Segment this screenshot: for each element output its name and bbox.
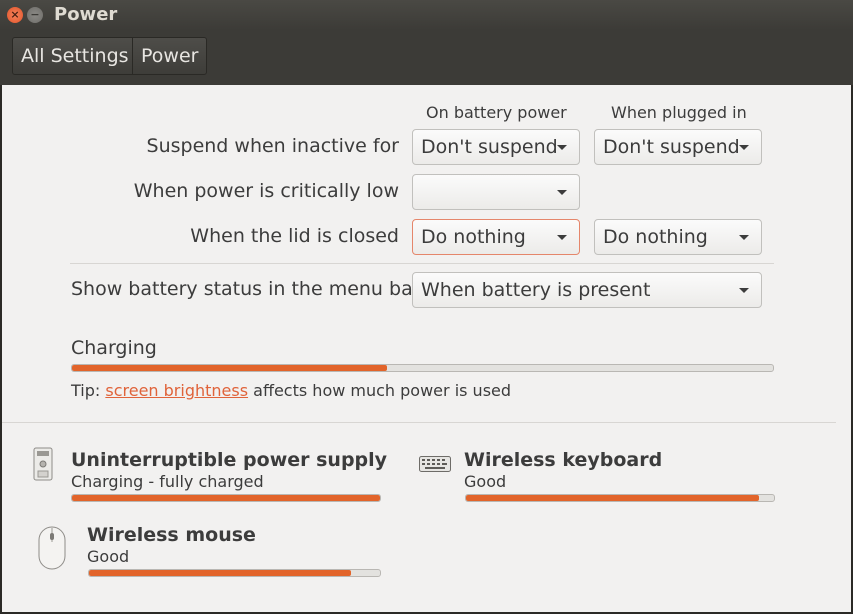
- mouse-icon: [37, 526, 67, 574]
- charging-progress-bar: [71, 364, 774, 372]
- keyboard-name: Wireless keyboard: [464, 449, 663, 471]
- keyboard-icon: [419, 456, 451, 476]
- lid-plugged-dropdown[interactable]: Do nothing: [594, 219, 762, 255]
- chevron-down-icon: [739, 145, 749, 150]
- chevron-down-icon: [739, 288, 749, 293]
- close-window-button[interactable]: ×: [7, 7, 23, 23]
- separator: [70, 263, 774, 264]
- column-header-plugged: When plugged in: [611, 103, 747, 122]
- separator: [2, 422, 836, 423]
- lid-label: When the lid is closed: [190, 225, 399, 247]
- power-settings-panel: On battery power When plugged in Suspend…: [2, 85, 851, 612]
- mouse-name: Wireless mouse: [87, 524, 256, 546]
- breadcrumb-power[interactable]: Power: [132, 37, 208, 75]
- keyboard-battery-bar: [465, 494, 775, 502]
- ups-battery-fill: [72, 495, 380, 501]
- screen-brightness-link[interactable]: screen brightness: [105, 381, 248, 400]
- chevron-down-icon: [557, 145, 567, 150]
- battery-status-label: Show battery status in the menu bar: [71, 278, 421, 300]
- ups-name: Uninterruptible power supply: [71, 449, 388, 471]
- keyboard-status: Good: [464, 472, 507, 491]
- tip-prefix: Tip:: [71, 381, 106, 400]
- lid-battery-dropdown[interactable]: Do nothing: [412, 219, 580, 255]
- ups-battery-bar: [71, 494, 381, 502]
- critical-label: When power is critically low: [133, 180, 399, 202]
- chevron-down-icon: [557, 190, 567, 195]
- chevron-down-icon: [557, 235, 567, 240]
- suspend-battery-dropdown[interactable]: Don't suspend: [412, 129, 580, 165]
- mouse-battery-fill: [89, 570, 351, 576]
- ups-icon: [33, 447, 53, 485]
- suspend-plugged-value: Don't suspend: [603, 136, 740, 158]
- minimize-window-button[interactable]: −: [27, 7, 43, 23]
- critical-battery-dropdown[interactable]: [412, 174, 580, 210]
- battery-status-value: When battery is present: [421, 279, 651, 301]
- breadcrumb-all-settings[interactable]: All Settings: [12, 37, 138, 75]
- tip-suffix: affects how much power is used: [248, 381, 512, 400]
- lid-plugged-value: Do nothing: [603, 226, 708, 248]
- column-header-battery: On battery power: [426, 103, 567, 122]
- mouse-battery-bar: [88, 569, 381, 577]
- charging-label: Charging: [71, 337, 157, 359]
- ups-status: Charging - fully charged: [71, 472, 264, 491]
- charging-progress-fill: [72, 365, 388, 371]
- suspend-plugged-dropdown[interactable]: Don't suspend: [594, 129, 762, 165]
- battery-status-dropdown[interactable]: When battery is present: [412, 272, 762, 308]
- suspend-battery-value: Don't suspend: [421, 136, 558, 158]
- lid-battery-value: Do nothing: [421, 226, 526, 248]
- mouse-status: Good: [87, 547, 130, 566]
- chevron-down-icon: [739, 235, 749, 240]
- power-tip: Tip: screen brightness affects how much …: [71, 381, 511, 400]
- keyboard-battery-fill: [466, 495, 759, 501]
- title-bar: × − Power: [0, 0, 853, 30]
- toolbar: All Settings Power: [0, 30, 853, 85]
- suspend-label: Suspend when inactive for: [146, 135, 399, 157]
- window-title: Power: [54, 4, 118, 25]
